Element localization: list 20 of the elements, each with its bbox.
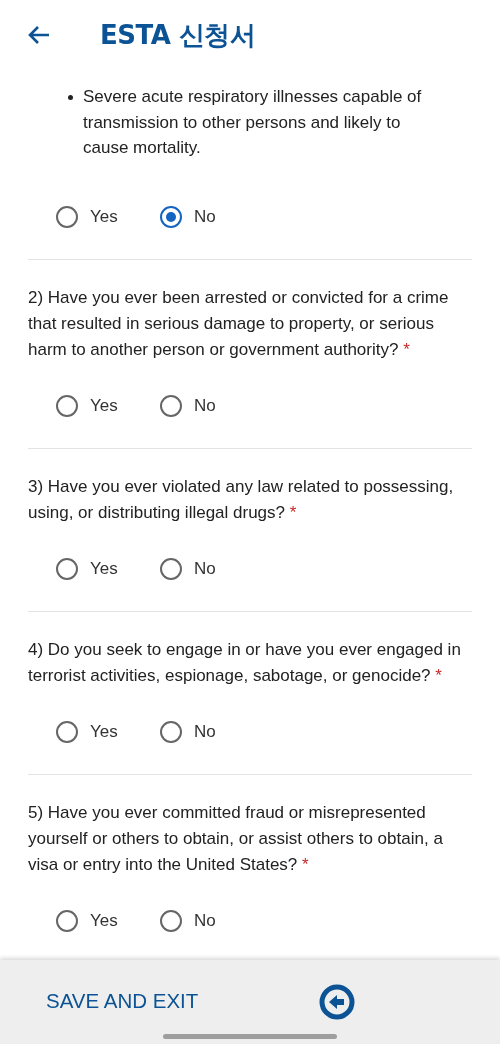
question-text: 5) Have you ever committed fraud or misrepresented yourself or others to obtain, or assist others to obtain, a visa or entry into the United States? * [28, 801, 444, 876]
radio-option[interactable]: Yes [56, 557, 160, 580]
radio-option[interactable]: No [160, 720, 264, 743]
bullet-text: Severe acute respiratory illnesses capable of transmission to other persons and likely to cause mortality. [83, 86, 423, 159]
radio-option[interactable]: No [160, 394, 264, 417]
radio-option[interactable]: Yes [56, 394, 160, 417]
screen-title: ESTA 신청서 [100, 18, 256, 52]
radio-option[interactable]: No [160, 557, 264, 580]
radio-option[interactable]: Yes [56, 205, 160, 228]
back-arrow-icon[interactable] [27, 25, 51, 45]
question-text: 3) Have you ever violated any law related to possessing, using, or distributing illegal drugs? * [28, 475, 455, 524]
question-text: 2) Have you ever been arrested or convicted for a crime that resulted in serious damage to property, or serious harm to another person or government authority? * [28, 286, 450, 361]
back-circle-icon[interactable] [319, 984, 355, 1020]
question-text: 4) Do you seek to engage in or have you ever engaged in terrorist activities, espionage, sabotage, or genocide? * [28, 638, 462, 687]
radio-option[interactable]: No [160, 205, 264, 228]
save-and-exit-button[interactable]: SAVE AND EXIT [46, 989, 199, 1013]
radio-option[interactable]: Yes [56, 720, 160, 743]
bullet-dot [68, 95, 73, 100]
radio-option[interactable]: Yes [56, 909, 160, 932]
radio-option[interactable]: No [160, 909, 264, 932]
